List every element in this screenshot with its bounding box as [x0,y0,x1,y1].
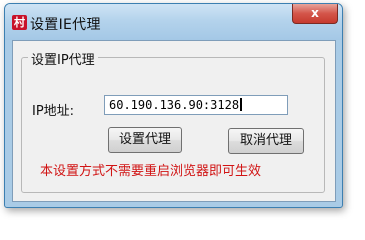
dialog-body: 设置IP代理 IP地址: 60.190.136.90:3128 设置代理 取消代… [12,40,336,202]
ip-address-value: 60.190.136.90:3128 [109,98,240,112]
ip-address-label: IP地址: [32,104,75,119]
groupbox-title: 设置IP代理 [28,49,98,68]
window-title: 设置IE代理 [30,17,101,33]
proxy-groupbox: 设置IP代理 IP地址: 60.190.136.90:3128 设置代理 取消代… [21,49,325,193]
close-icon: x [311,6,319,20]
dialog-window: 村 设置IE代理 x 设置IP代理 IP地址: 60.190.136.90:31… [4,3,343,208]
title-bar[interactable]: 村 设置IE代理 x [5,4,342,40]
close-button[interactable]: x [292,4,338,24]
app-icon: 村 [12,15,27,30]
set-proxy-button[interactable]: 设置代理 [108,127,182,153]
cancel-proxy-button[interactable]: 取消代理 [228,128,304,154]
text-caret [240,98,243,111]
info-note: 本设置方式不需要重启浏览器即可生效 [40,164,262,179]
ip-address-input[interactable]: 60.190.136.90:3128 [104,95,288,115]
